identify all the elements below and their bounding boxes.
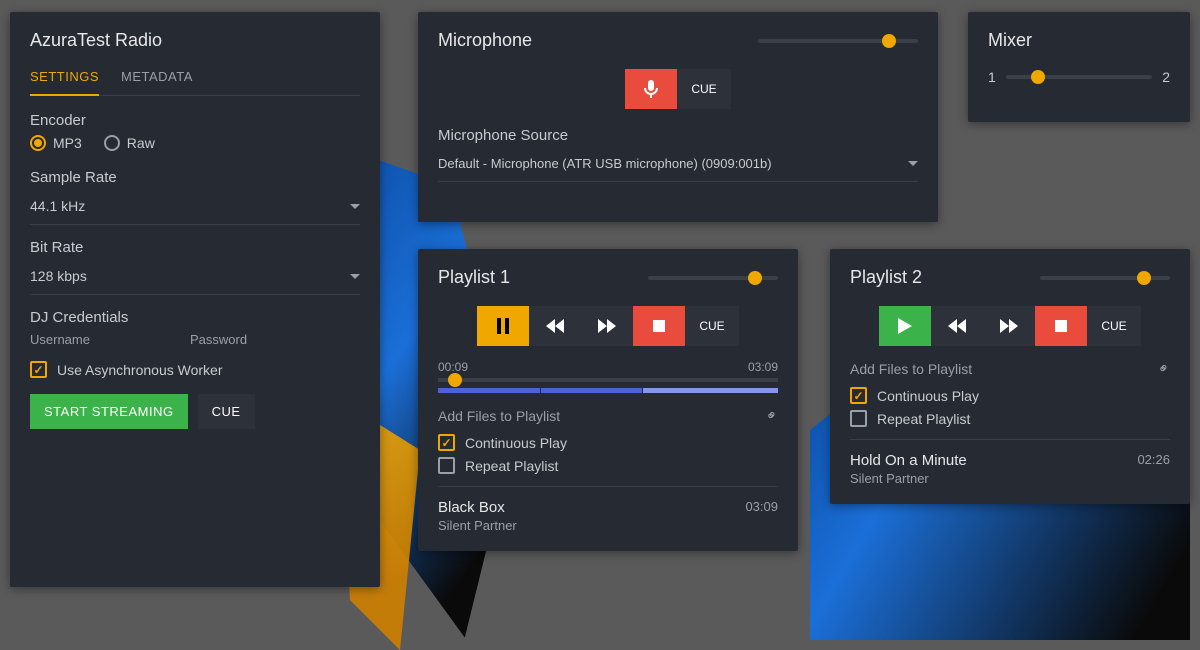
play-button[interactable] [879,306,931,346]
tab-metadata[interactable]: METADATA [121,63,193,95]
slider-thumb[interactable] [448,373,462,387]
encoder-raw-radio[interactable]: Raw [104,135,155,151]
chevron-down-icon [350,274,360,279]
encoder-mp3-label: MP3 [53,135,82,151]
rewind-button[interactable] [931,306,983,346]
username-field[interactable]: Username [30,332,90,347]
play-icon [898,318,912,334]
bit-rate-select[interactable]: 128 kbps [30,262,360,295]
repeat-playlist-checkbox[interactable] [850,410,867,427]
attachment-icon[interactable]: ⚭ [1154,358,1174,378]
tab-settings[interactable]: SETTINGS [30,63,99,96]
progress-bar [438,388,778,393]
forward-button[interactable] [983,306,1035,346]
pause-icon [496,318,510,334]
microphone-toggle-button[interactable] [625,69,677,109]
total-time: 03:09 [748,360,778,374]
playlist-1-cue-button[interactable]: CUE [685,306,738,346]
stop-icon [653,320,665,332]
start-streaming-button[interactable]: START STREAMING [30,394,188,429]
mixer-left-label: 1 [988,69,996,85]
playlist-2-card: Playlist 2 CUE Add Files to Playlist ⚭ C… [830,249,1190,504]
encoder-raw-label: Raw [127,135,155,151]
bit-rate-label: Bit Rate [30,239,360,256]
forward-icon [598,319,616,333]
add-files-label[interactable]: Add Files to Playlist [850,361,972,377]
continuous-play-checkbox[interactable] [850,387,867,404]
mixer-title: Mixer [988,30,1170,51]
mixer-right-label: 2 [1162,69,1170,85]
continuous-play-label: Continuous Play [877,388,979,404]
chevron-down-icon [350,204,360,209]
station-card: AzuraTest Radio SETTINGS METADATA Encode… [10,12,380,587]
microphone-volume-slider[interactable] [758,39,918,43]
microphone-cue-button[interactable]: CUE [677,69,730,109]
sample-rate-value: 44.1 kHz [30,198,85,214]
encoder-label: Encoder [30,112,360,129]
playlist-2-volume-slider[interactable] [1040,276,1170,280]
playlist-2-title: Playlist 2 [850,267,922,288]
stop-button[interactable] [633,306,685,346]
microphone-source-label: Microphone Source [438,127,918,144]
station-cue-button[interactable]: CUE [198,394,255,429]
continuous-play-label: Continuous Play [465,435,567,451]
forward-icon [1000,319,1018,333]
chevron-down-icon [908,161,918,166]
add-files-label[interactable]: Add Files to Playlist [438,408,560,424]
track-artist: Silent Partner [850,471,967,486]
track-name: Hold On a Minute [850,452,967,469]
microphone-title: Microphone [438,30,532,51]
track-duration: 03:09 [745,499,778,514]
encoder-mp3-radio[interactable]: MP3 [30,135,82,151]
repeat-playlist-label: Repeat Playlist [465,458,558,474]
async-worker-label: Use Asynchronous Worker [57,362,222,378]
stop-button[interactable] [1035,306,1087,346]
dj-credentials-label: DJ Credentials [30,309,360,326]
track-duration: 02:26 [1137,452,1170,467]
slider-thumb[interactable] [748,271,762,285]
playlist-1-card: Playlist 1 CUE 00:09 03:09 Add Files to … [418,249,798,551]
track-name: Black Box [438,499,517,516]
bit-rate-value: 128 kbps [30,268,87,284]
forward-button[interactable] [581,306,633,346]
playlist-1-volume-slider[interactable] [648,276,778,280]
sample-rate-select[interactable]: 44.1 kHz [30,192,360,225]
track-artist: Silent Partner [438,518,517,533]
station-tabs: SETTINGS METADATA [30,63,360,96]
attachment-icon[interactable]: ⚭ [762,405,782,425]
rewind-button[interactable] [529,306,581,346]
slider-thumb[interactable] [1137,271,1151,285]
microphone-source-select[interactable]: Default - Microphone (ATR USB microphone… [438,150,918,182]
mixer-card: Mixer 1 2 [968,12,1190,122]
stop-icon [1055,320,1067,332]
microphone-icon [643,80,659,98]
elapsed-time: 00:09 [438,360,468,374]
station-title: AzuraTest Radio [30,30,360,51]
seek-slider[interactable] [438,378,778,382]
playlist-1-title: Playlist 1 [438,267,510,288]
sample-rate-label: Sample Rate [30,169,360,186]
mixer-slider[interactable] [1006,75,1152,79]
microphone-card: Microphone CUE Microphone Source Default… [418,12,938,222]
repeat-playlist-label: Repeat Playlist [877,411,970,427]
playlist-2-cue-button[interactable]: CUE [1087,306,1140,346]
rewind-icon [948,319,966,333]
repeat-playlist-checkbox[interactable] [438,457,455,474]
async-worker-checkbox[interactable] [30,361,47,378]
slider-thumb[interactable] [882,34,896,48]
microphone-source-value: Default - Microphone (ATR USB microphone… [438,156,772,171]
password-field[interactable]: Password [190,332,247,347]
slider-thumb[interactable] [1031,70,1045,84]
rewind-icon [546,319,564,333]
pause-button[interactable] [477,306,529,346]
continuous-play-checkbox[interactable] [438,434,455,451]
